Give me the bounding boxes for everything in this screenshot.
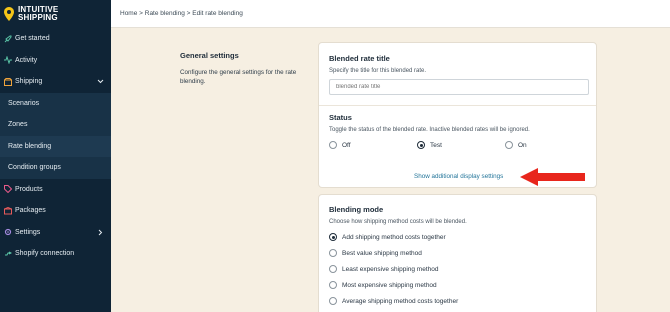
- gear-icon: [4, 229, 12, 236]
- status-radio-test[interactable]: Test: [417, 141, 442, 149]
- status-heading: Status: [329, 113, 352, 122]
- sidebar-item-products[interactable]: Products: [0, 179, 111, 201]
- radio-label: Off: [342, 141, 351, 149]
- sidebar-item-label: Get started: [15, 35, 50, 43]
- sidebar-item-rate-blending[interactable]: Rate blending: [0, 135, 111, 157]
- activity-icon: [4, 56, 12, 65]
- radio-circle-selected: [417, 141, 425, 149]
- radio-label: On: [518, 141, 527, 149]
- card-divider: [319, 105, 596, 106]
- radio-circle: [505, 141, 513, 149]
- sidebar-item-label: Products: [15, 185, 43, 193]
- tag-icon: [4, 185, 12, 194]
- show-additional-display-settings-link[interactable]: Show additional display settings: [414, 173, 503, 180]
- general-settings-title: General settings: [180, 51, 239, 60]
- link-icon: [5, 251, 12, 256]
- chevron-down-icon: [97, 79, 104, 84]
- sidebar-item-shipping[interactable]: Shipping: [0, 71, 111, 93]
- blending-radio-add[interactable]: Add shipping method costs together: [329, 233, 446, 241]
- rocket-icon: [4, 35, 12, 43]
- package-icon: [4, 206, 12, 215]
- brand-line2: SHIPPING: [18, 13, 58, 22]
- location-pin-icon: [4, 7, 14, 21]
- radio-label: Least expensive shipping method: [342, 265, 439, 273]
- sidebar-nav: Get started Activity Shipping Scenarios …: [0, 28, 111, 265]
- radio-label: Best value shipping method: [342, 249, 422, 257]
- sidebar-item-label: Condition groups: [8, 164, 61, 172]
- sidebar-item-label: Zones: [8, 121, 28, 129]
- sidebar-item-label: Shipping: [15, 78, 43, 86]
- radio-label: Average shipping method costs together: [342, 297, 459, 305]
- sidebar-item-label: Rate blending: [8, 142, 52, 150]
- blending-radio-least-expensive[interactable]: Least expensive shipping method: [329, 265, 438, 273]
- red-arrow-annotation: [520, 168, 585, 186]
- sidebar-item-shopify-connection[interactable]: Shopify connection: [0, 243, 111, 265]
- breadcrumb[interactable]: Home > Rate blending > Edit rate blendin…: [120, 10, 243, 17]
- blending-radio-most-expensive[interactable]: Most expensive shipping method: [329, 281, 437, 289]
- blended-rate-title-input[interactable]: [329, 79, 589, 95]
- sidebar: INTUITIVE SHIPPING Get started Activity …: [0, 0, 111, 312]
- blended-rate-title-heading: Blended rate title: [329, 54, 390, 63]
- blending-mode-help: Choose how shipping method costs will be…: [329, 219, 467, 225]
- sidebar-item-packages[interactable]: Packages: [0, 200, 111, 222]
- sidebar-item-activity[interactable]: Activity: [0, 50, 111, 72]
- sidebar-item-get-started[interactable]: Get started: [0, 28, 111, 50]
- radio-circle-selected: [329, 233, 337, 241]
- radio-circle: [329, 297, 337, 305]
- general-settings-description: Configure the general settings for the r…: [180, 69, 297, 85]
- status-radio-on[interactable]: On: [505, 141, 527, 149]
- blending-radio-average[interactable]: Average shipping method costs together: [329, 297, 458, 305]
- sidebar-item-label: Settings: [15, 228, 41, 236]
- radio-circle: [329, 141, 337, 149]
- brand-logo[interactable]: INTUITIVE SHIPPING: [0, 0, 111, 28]
- sidebar-item-label: Packages: [15, 207, 46, 215]
- status-radio-off[interactable]: Off: [329, 141, 351, 149]
- status-help: Toggle the status of the blended rate. I…: [329, 127, 530, 133]
- box-icon: [4, 77, 12, 86]
- radio-circle: [329, 249, 337, 257]
- blending-mode-heading: Blending mode: [329, 205, 384, 214]
- radio-circle: [329, 265, 337, 273]
- sidebar-item-scenarios[interactable]: Scenarios: [0, 92, 111, 114]
- chevron-right-icon: [98, 229, 103, 235]
- sidebar-item-label: Activity: [15, 56, 38, 64]
- sidebar-item-condition-groups[interactable]: Condition groups: [0, 157, 111, 179]
- radio-label: Test: [430, 141, 442, 149]
- sidebar-item-zones[interactable]: Zones: [0, 114, 111, 136]
- radio-label: Add shipping method costs together: [342, 233, 446, 241]
- sidebar-item-settings[interactable]: Settings: [0, 222, 111, 244]
- blended-rate-title-help: Specify the title for this blended rate.: [329, 68, 427, 74]
- radio-circle: [329, 281, 337, 289]
- top-bar: Home > Rate blending > Edit rate blendin…: [111, 0, 670, 28]
- brand-name: INTUITIVE SHIPPING: [18, 6, 58, 22]
- radio-label: Most expensive shipping method: [342, 281, 437, 289]
- sidebar-item-label: Scenarios: [8, 99, 40, 107]
- blending-radio-best-value[interactable]: Best value shipping method: [329, 249, 422, 257]
- sidebar-item-label: Shopify connection: [15, 250, 75, 258]
- blending-mode-card: Blending mode Choose how shipping method…: [318, 194, 597, 312]
